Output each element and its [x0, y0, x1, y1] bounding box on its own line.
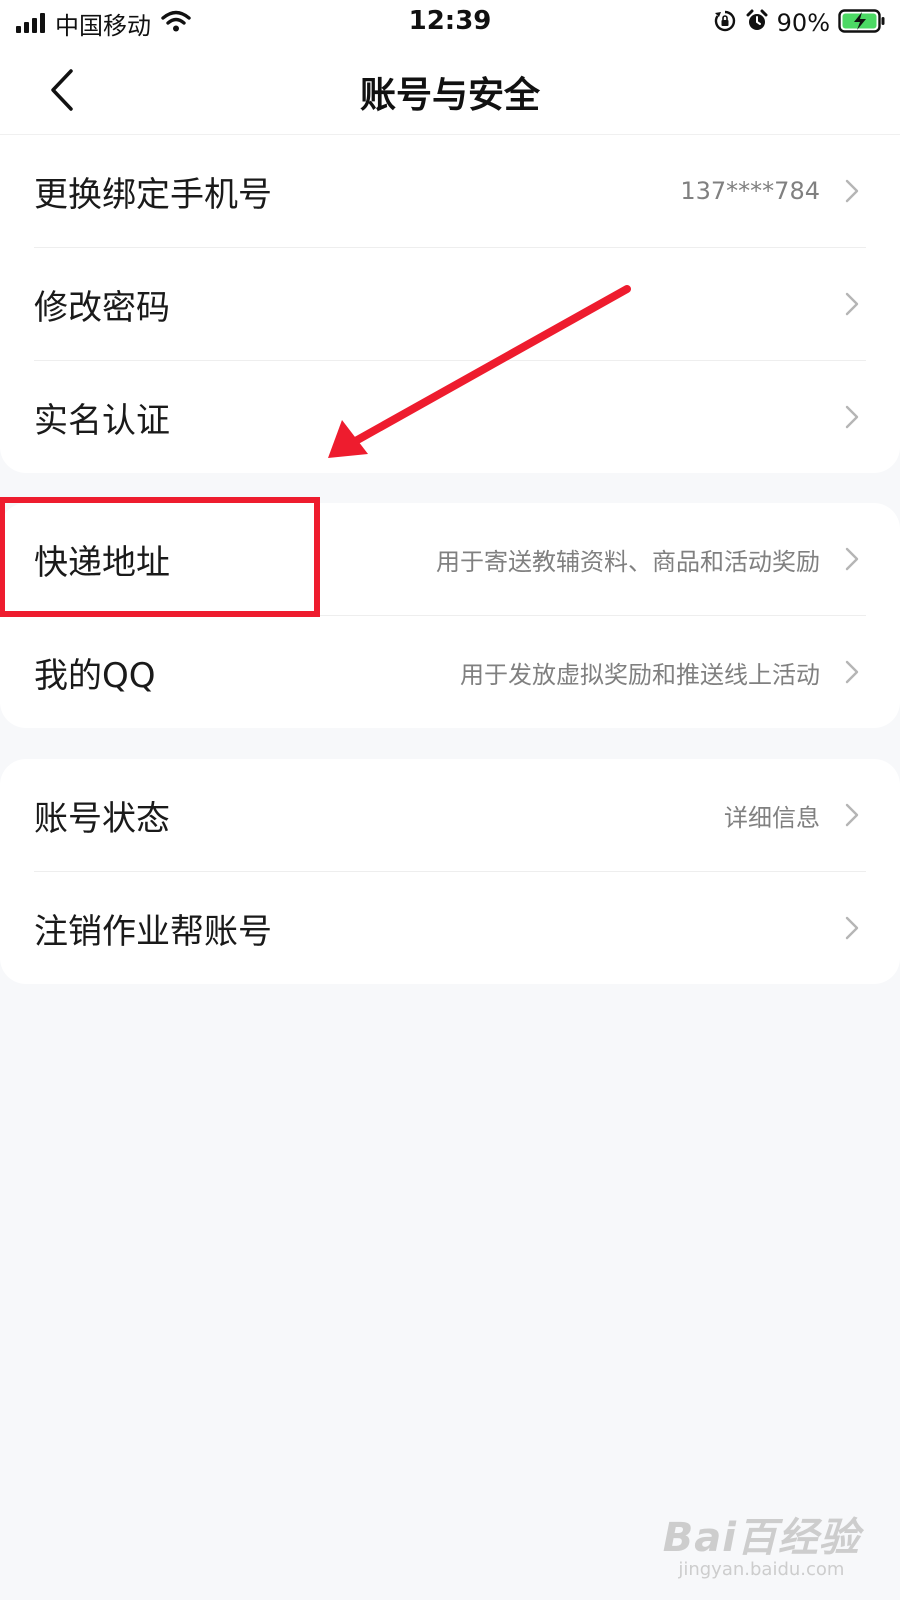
nav-bar: 账号与安全	[0, 46, 900, 135]
chevron-right-icon	[838, 403, 866, 431]
row-value: 详细信息	[724, 803, 820, 832]
chevron-right-icon	[838, 658, 866, 686]
row-change-password[interactable]: 修改密码	[34, 247, 866, 360]
row-real-name-verification[interactable]: 实名认证	[34, 360, 866, 473]
settings-card-security: 更换绑定手机号 137****784 修改密码 实名认证	[0, 135, 900, 473]
watermark-logo: Bai百经验	[662, 1515, 860, 1561]
row-label: 快递地址	[34, 542, 170, 583]
row-label: 我的QQ	[34, 655, 156, 696]
chevron-right-icon	[838, 545, 866, 573]
watermark-url: jingyan.baidu.com	[678, 1559, 845, 1580]
chevron-right-icon	[838, 177, 866, 205]
chevron-right-icon	[838, 914, 866, 942]
orientation-lock-icon	[713, 9, 737, 37]
watermark: Bai百经验 jingyan.baidu.com	[663, 1505, 860, 1580]
row-account-status[interactable]: 账号状态 详细信息	[34, 759, 866, 871]
page-title: 账号与安全	[359, 75, 540, 116]
row-change-phone[interactable]: 更换绑定手机号 137****784	[34, 135, 866, 247]
row-value: 137****784	[680, 177, 820, 205]
row-my-qq[interactable]: 我的QQ 用于发放虚拟奖励和推送线上活动	[34, 615, 866, 728]
screen: 中国移动 12:39 90% 账号与安全 更换绑定手机号 137****784 …	[0, 0, 900, 1600]
row-label: 账号状态	[34, 798, 170, 839]
row-label: 注销作业帮账号	[34, 911, 272, 952]
battery-percent: 90%	[776, 9, 830, 37]
alarm-icon	[745, 9, 769, 37]
settings-card-account: 账号状态 详细信息 注销作业帮账号	[0, 759, 900, 984]
battery-charging-icon	[838, 8, 886, 38]
row-delete-account[interactable]: 注销作业帮账号	[34, 871, 866, 984]
row-delivery-address[interactable]: 快递地址 用于寄送教辅资料、商品和活动奖励	[34, 503, 866, 615]
row-value: 用于发放虚拟奖励和推送线上活动	[460, 660, 820, 689]
chevron-right-icon	[838, 290, 866, 318]
row-value: 用于寄送教辅资料、商品和活动奖励	[436, 547, 820, 576]
settings-card-contact: 快递地址 用于寄送教辅资料、商品和活动奖励 我的QQ 用于发放虚拟奖励和推送线上…	[0, 503, 900, 728]
row-label: 修改密码	[34, 287, 170, 328]
row-label: 实名认证	[34, 400, 170, 441]
chevron-right-icon	[838, 801, 866, 829]
status-bar: 中国移动 12:39 90%	[0, 0, 900, 46]
row-label: 更换绑定手机号	[34, 174, 272, 215]
status-right: 90%	[713, 8, 886, 38]
